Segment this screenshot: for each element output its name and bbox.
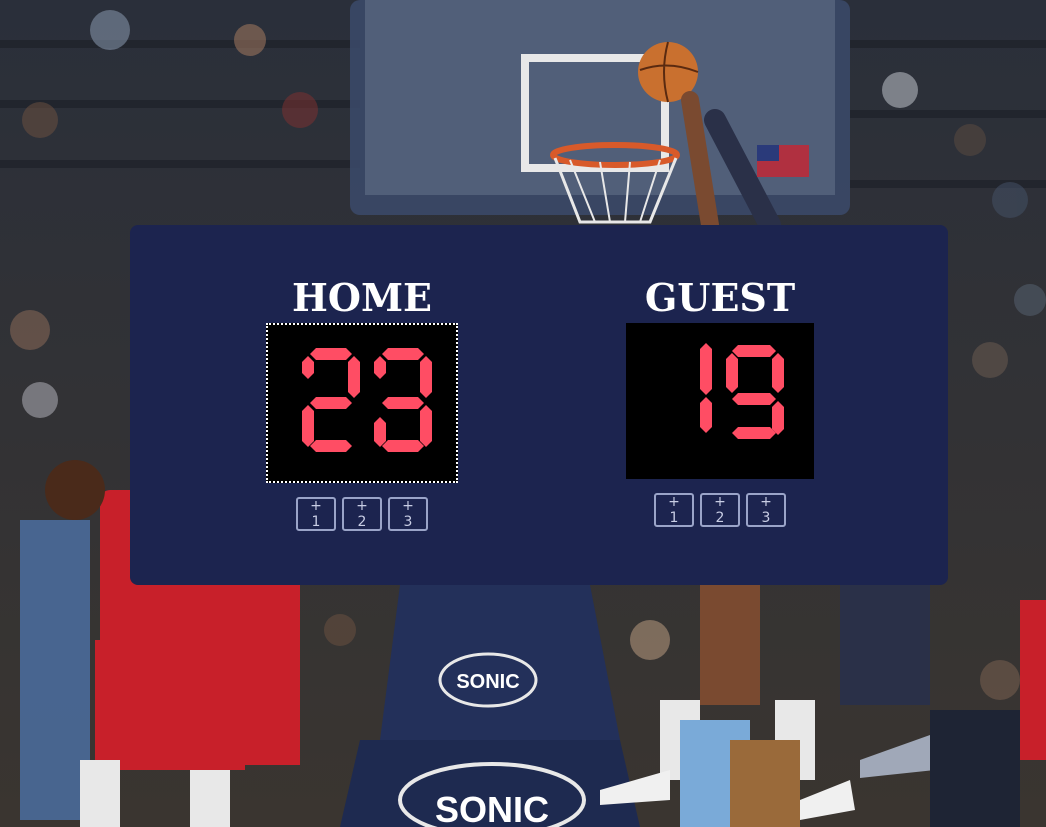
guest-add-2-button[interactable]: + 2: [700, 493, 740, 527]
home-add-3-button[interactable]: + 3: [388, 497, 428, 531]
home-score-digits: [302, 348, 432, 452]
home-add-1-button[interactable]: + 1: [296, 497, 336, 531]
home-score-display: 23: [266, 323, 458, 483]
guest-team: GUEST 19 + 1: [624, 277, 816, 527]
svg-text:SONIC: SONIC: [456, 671, 519, 693]
guest-button-row: + 1 + 2 + 3: [624, 493, 816, 527]
guest-add-3-button[interactable]: + 3: [746, 493, 786, 527]
guest-label: GUEST: [644, 275, 796, 320]
guest-digit-9: [726, 345, 784, 439]
home-digit-2: [302, 348, 360, 452]
guest-score-display: 19: [626, 323, 814, 479]
guest-add-1-button[interactable]: + 1: [654, 493, 694, 527]
guest-score-digits: [700, 343, 784, 439]
scoreboard-panel: HOME + 1 + 2 + 3 GUEST + 1 + 2 + 3: [130, 225, 948, 585]
home-team: HOME + 1 + 2 + 3: [262, 277, 462, 531]
svg-text:SONIC: SONIC: [435, 789, 549, 827]
home-label: HOME: [291, 275, 433, 320]
home-button-row: + 1 + 2 + 3: [262, 497, 462, 531]
home-digit-3: [374, 348, 432, 452]
home-add-2-button[interactable]: + 2: [342, 497, 382, 531]
guest-digit-1: [700, 343, 712, 433]
